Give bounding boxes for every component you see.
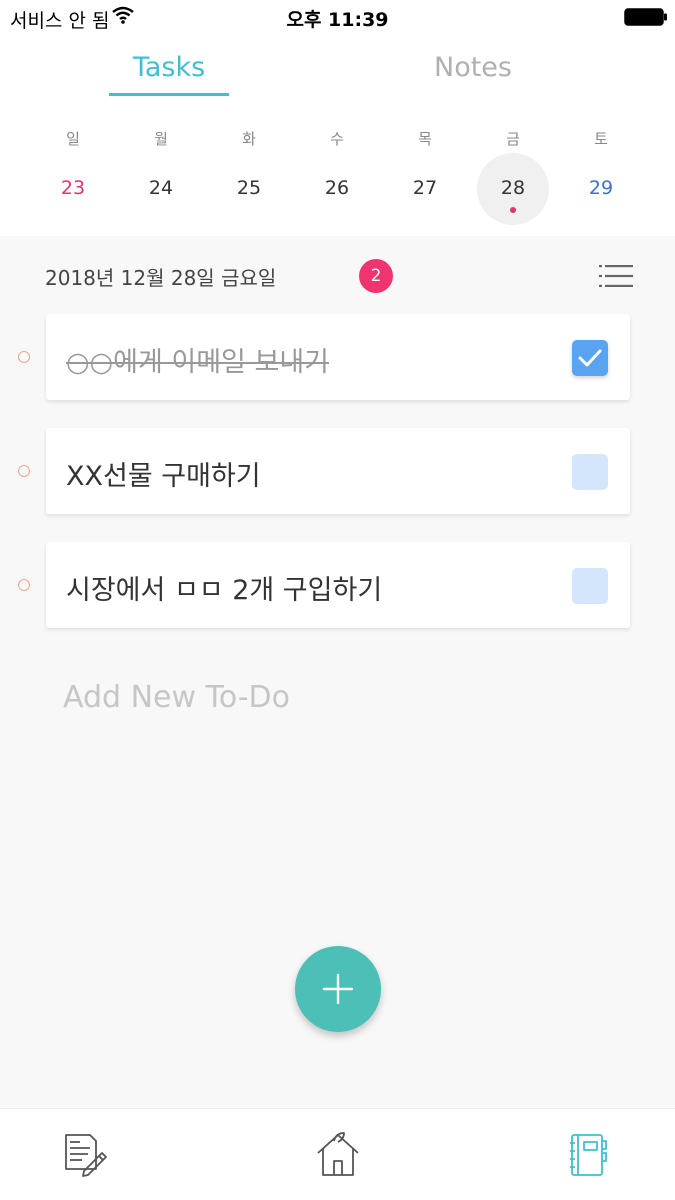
day-29[interactable]: 29 — [571, 177, 631, 199]
header: Tasks Notes 일 월 화 수 목 금 토 23 24 25 26 27… — [0, 34, 675, 236]
task-bullet — [18, 465, 30, 477]
weekday-sat: 토 — [594, 130, 608, 148]
task-text: XX선물 구매하기 — [66, 461, 261, 492]
status-time: 오후 11:39 — [286, 9, 389, 31]
task-text: 시장에서 ㅁㅁ 2개 구입하기 — [66, 575, 383, 606]
weekday-tue: 화 — [242, 130, 256, 148]
house-icon[interactable] — [314, 1129, 362, 1179]
weekday-wed: 수 — [330, 130, 344, 148]
task-bullet — [18, 351, 30, 363]
notebook-icon[interactable] — [566, 1129, 614, 1179]
add-new-todo[interactable]: Add New To-Do — [63, 680, 290, 715]
status-bar: 서비스 안 됨 오후 11:39 — [0, 0, 675, 34]
task-bullet — [18, 579, 30, 591]
weekday-thu: 목 — [418, 130, 432, 148]
tab-notes[interactable]: Notes — [413, 52, 533, 83]
task-item[interactable]: ○○에게 이메일 보내기 — [46, 314, 630, 400]
task-count-badge: 2 — [359, 259, 393, 293]
weekday-mon: 월 — [154, 130, 168, 148]
task-checkbox-checked[interactable] — [572, 340, 608, 376]
day-23[interactable]: 23 — [43, 177, 103, 199]
task-item[interactable]: XX선물 구매하기 — [46, 428, 630, 514]
bottom-nav — [0, 1108, 675, 1200]
plus-icon — [322, 973, 354, 1005]
task-checkbox[interactable] — [572, 568, 608, 604]
tab-tasks[interactable]: Tasks — [109, 52, 229, 83]
day-25[interactable]: 25 — [219, 177, 279, 199]
document-pen-icon[interactable] — [62, 1129, 110, 1179]
day-26[interactable]: 26 — [307, 177, 367, 199]
weekday-fri: 금 — [506, 130, 520, 148]
checkmark-icon — [578, 349, 602, 367]
list-icon[interactable] — [598, 262, 634, 290]
add-task-button[interactable] — [295, 946, 381, 1032]
active-tab-indicator — [109, 93, 229, 96]
weekday-sun: 일 — [66, 130, 80, 148]
task-text: ○○에게 이메일 보내기 — [66, 347, 330, 378]
date-title: 2018년 12월 28일 금요일 — [45, 266, 277, 290]
selected-day-dot — [510, 207, 516, 213]
day-27[interactable]: 27 — [395, 177, 455, 199]
task-checkbox[interactable] — [572, 454, 608, 490]
day-28[interactable]: 28 — [483, 177, 543, 199]
battery-icon — [624, 8, 667, 26]
task-item[interactable]: 시장에서 ㅁㅁ 2개 구입하기 — [46, 542, 630, 628]
day-24[interactable]: 24 — [131, 177, 191, 199]
